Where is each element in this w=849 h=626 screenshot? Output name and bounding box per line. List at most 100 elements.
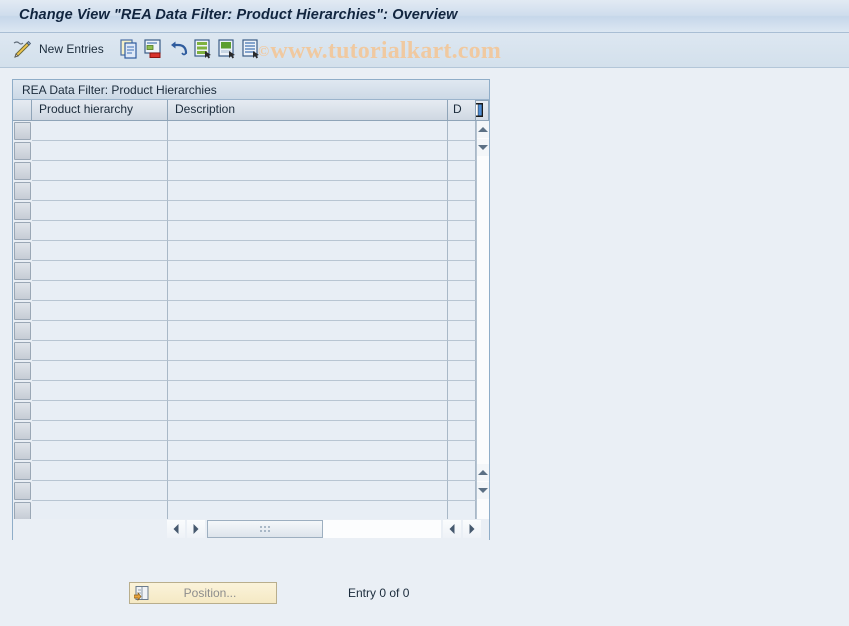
cell-d[interactable]	[448, 141, 476, 161]
table-row[interactable]	[13, 321, 476, 341]
row-select-button[interactable]	[14, 442, 31, 460]
horizontal-scroll-track[interactable]	[207, 520, 441, 538]
cell-description[interactable]	[168, 241, 448, 261]
row-select-button[interactable]	[14, 322, 31, 340]
table-row[interactable]	[13, 301, 476, 321]
cell-product-hierarchy[interactable]	[32, 161, 168, 181]
cell-d[interactable]	[448, 161, 476, 181]
grid-header-select-all-cell[interactable]	[13, 100, 32, 121]
cell-product-hierarchy[interactable]	[32, 261, 168, 281]
cell-d[interactable]	[448, 281, 476, 301]
cell-description[interactable]	[168, 281, 448, 301]
cell-description[interactable]	[168, 221, 448, 241]
table-row[interactable]	[13, 461, 476, 481]
grid-header-d[interactable]: D	[448, 100, 476, 121]
cell-description[interactable]	[168, 401, 448, 421]
scroll-down-icon[interactable]	[477, 139, 489, 156]
cell-description[interactable]	[168, 141, 448, 161]
cell-d[interactable]	[448, 221, 476, 241]
cell-description[interactable]	[168, 441, 448, 461]
cell-description[interactable]	[168, 381, 448, 401]
vertical-scrollbar[interactable]	[476, 121, 489, 519]
horizontal-scroll-thumb[interactable]	[207, 520, 323, 538]
cell-d[interactable]	[448, 181, 476, 201]
table-row[interactable]	[13, 241, 476, 261]
table-row[interactable]	[13, 341, 476, 361]
cell-d[interactable]	[448, 241, 476, 261]
select-all-icon[interactable]	[194, 39, 212, 61]
table-row[interactable]	[13, 281, 476, 301]
table-row[interactable]	[13, 181, 476, 201]
cell-product-hierarchy[interactable]	[32, 141, 168, 161]
cell-product-hierarchy[interactable]	[32, 421, 168, 441]
row-select-button[interactable]	[14, 302, 31, 320]
cell-description[interactable]	[168, 461, 448, 481]
table-row[interactable]	[13, 421, 476, 441]
table-row[interactable]	[13, 161, 476, 181]
cell-description[interactable]	[168, 301, 448, 321]
cell-product-hierarchy[interactable]	[32, 321, 168, 341]
cell-product-hierarchy[interactable]	[32, 361, 168, 381]
table-row[interactable]	[13, 141, 476, 161]
position-button[interactable]: Position...	[129, 582, 277, 604]
table-row[interactable]	[13, 381, 476, 401]
cell-product-hierarchy[interactable]	[32, 401, 168, 421]
cell-d[interactable]	[448, 361, 476, 381]
row-select-button[interactable]	[14, 202, 31, 220]
row-select-button[interactable]	[14, 342, 31, 360]
cell-d[interactable]	[448, 261, 476, 281]
cell-d[interactable]	[448, 121, 476, 141]
scroll-right-icon[interactable]	[187, 520, 205, 538]
row-select-button[interactable]	[14, 242, 31, 260]
cell-description[interactable]	[168, 421, 448, 441]
table-row[interactable]	[13, 121, 476, 141]
undo-change-icon[interactable]	[169, 39, 189, 61]
row-select-button[interactable]	[14, 422, 31, 440]
new-entries-button[interactable]: New Entries	[39, 42, 104, 64]
row-select-button[interactable]	[14, 402, 31, 420]
table-row[interactable]	[13, 401, 476, 421]
cell-product-hierarchy[interactable]	[32, 481, 168, 501]
horizontal-scrollbar[interactable]	[13, 519, 489, 540]
row-select-button[interactable]	[14, 262, 31, 280]
cell-d[interactable]	[448, 301, 476, 321]
table-row[interactable]	[13, 201, 476, 221]
row-select-button[interactable]	[14, 482, 31, 500]
row-select-button[interactable]	[14, 142, 31, 160]
cell-description[interactable]	[168, 161, 448, 181]
cell-d[interactable]	[448, 461, 476, 481]
row-select-button[interactable]	[14, 362, 31, 380]
row-select-button[interactable]	[14, 282, 31, 300]
cell-product-hierarchy[interactable]	[32, 201, 168, 221]
cell-product-hierarchy[interactable]	[32, 501, 168, 519]
cell-product-hierarchy[interactable]	[32, 381, 168, 401]
table-row[interactable]	[13, 481, 476, 501]
table-row[interactable]	[13, 221, 476, 241]
scroll-page-up-icon[interactable]	[477, 464, 489, 481]
table-row[interactable]	[13, 261, 476, 281]
cell-d[interactable]	[448, 401, 476, 421]
table-row[interactable]	[13, 361, 476, 381]
table-row[interactable]	[13, 441, 476, 461]
scroll-left-icon[interactable]	[167, 520, 185, 538]
cell-d[interactable]	[448, 481, 476, 501]
delete-entry-icon[interactable]	[144, 39, 162, 61]
row-select-button[interactable]	[14, 222, 31, 240]
scroll-right-end-icon[interactable]	[463, 520, 481, 538]
cell-description[interactable]	[168, 321, 448, 341]
cell-product-hierarchy[interactable]	[32, 221, 168, 241]
cell-product-hierarchy[interactable]	[32, 121, 168, 141]
deselect-all-icon[interactable]	[218, 39, 236, 61]
cell-description[interactable]	[168, 501, 448, 519]
row-select-button[interactable]	[14, 462, 31, 480]
cell-product-hierarchy[interactable]	[32, 461, 168, 481]
cell-product-hierarchy[interactable]	[32, 341, 168, 361]
cell-d[interactable]	[448, 321, 476, 341]
cell-product-hierarchy[interactable]	[32, 241, 168, 261]
grid-header-product-hierarchy[interactable]: Product hierarchy	[32, 100, 168, 121]
cell-d[interactable]	[448, 381, 476, 401]
cell-d[interactable]	[448, 421, 476, 441]
cell-description[interactable]	[168, 201, 448, 221]
cell-d[interactable]	[448, 201, 476, 221]
row-select-button[interactable]	[14, 382, 31, 400]
